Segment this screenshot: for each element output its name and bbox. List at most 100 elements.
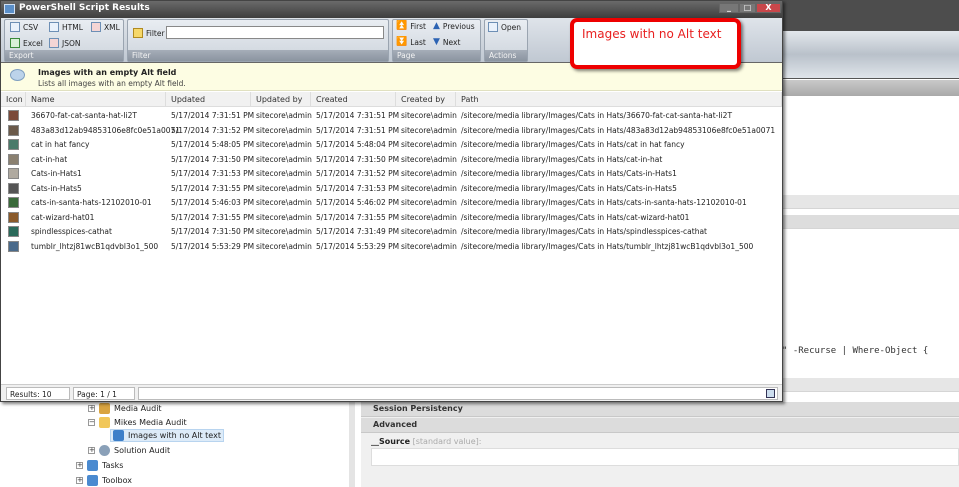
column-header-name[interactable]: Name bbox=[26, 92, 166, 107]
html-icon bbox=[49, 22, 59, 32]
close-button[interactable]: X bbox=[756, 3, 781, 13]
table-row[interactable]: Cats-in-Hats1 5/17/2014 7:31:53 PM sitecor… bbox=[1, 167, 782, 181]
cell-updated: 5/17/2014 5:48:05 PM bbox=[171, 140, 255, 149]
tree-item-media-audit[interactable]: + Media Audit bbox=[88, 403, 162, 414]
cell-created-by: sitecore\admin bbox=[401, 241, 457, 251]
next-page-button[interactable]: ▼ Next bbox=[433, 38, 460, 48]
filter-icon bbox=[133, 28, 143, 38]
column-header-created[interactable]: Created bbox=[311, 92, 396, 107]
previous-page-button[interactable]: ▲ Previous bbox=[433, 21, 475, 32]
table-row[interactable]: cat-in-hat 5/17/2014 7:31:50 PM sitecore\a… bbox=[1, 153, 782, 167]
button-label: HTML bbox=[62, 22, 83, 32]
results-count: Results: 10 bbox=[6, 387, 70, 400]
source-hint: [standard value]: bbox=[412, 437, 482, 446]
table-row[interactable]: spindlesspices-cathat 5/17/2014 7:31:50 P… bbox=[1, 225, 782, 239]
double-chevron-down-icon: ⏬ bbox=[396, 37, 408, 47]
source-label: __Source bbox=[371, 437, 411, 446]
export-xml-button[interactable]: XML bbox=[91, 22, 120, 32]
last-page-button[interactable]: ⏬ Last bbox=[396, 37, 426, 48]
tree-label: Media Audit bbox=[114, 404, 162, 413]
export-status-icon[interactable] bbox=[766, 389, 775, 398]
script-folder-icon bbox=[87, 475, 98, 486]
collapse-icon[interactable]: − bbox=[88, 419, 95, 426]
column-header-updated-by[interactable]: Updated by bbox=[251, 92, 311, 107]
column-header-icon[interactable]: Icon bbox=[1, 92, 26, 107]
powershell-icon bbox=[4, 4, 15, 14]
cell-name: Cats-in-Hats5 bbox=[31, 183, 82, 193]
title-bar: PowerShell Script Results _ □ X bbox=[1, 1, 782, 18]
minimize-button[interactable]: _ bbox=[719, 3, 739, 13]
export-html-button[interactable]: HTML bbox=[49, 22, 83, 32]
cell-name: cat-wizard-hat01 bbox=[31, 212, 95, 222]
button-label: Last bbox=[410, 38, 426, 47]
tree-label: Images with no Alt text bbox=[128, 431, 221, 440]
tree-item-images-no-alt[interactable]: Images with no Alt text bbox=[110, 429, 224, 442]
source-input[interactable] bbox=[371, 448, 959, 466]
tree-item-tasks[interactable]: + Tasks bbox=[76, 460, 123, 471]
page-indicator: Page: 1 / 1 bbox=[73, 387, 135, 400]
column-header-updated[interactable]: Updated bbox=[166, 92, 251, 107]
expand-icon[interactable]: + bbox=[88, 405, 95, 412]
image-thumbnail-icon bbox=[8, 153, 19, 165]
export-json-button[interactable]: JSON bbox=[49, 38, 81, 48]
button-label: Open bbox=[501, 22, 522, 32]
cell-created-by: sitecore\admin bbox=[401, 154, 457, 164]
section-advanced[interactable]: Advanced bbox=[361, 418, 959, 433]
open-button[interactable]: Open bbox=[488, 22, 521, 32]
table-row[interactable]: 36670-fat-cat-santa-hat-Ii2T 5/17/2014 7:… bbox=[1, 109, 782, 123]
status-bar: Results: 10 Page: 1 / 1 bbox=[1, 384, 782, 401]
column-header-created-by[interactable]: Created by bbox=[396, 92, 456, 107]
button-label: First bbox=[410, 22, 427, 31]
expand-icon[interactable]: + bbox=[76, 462, 83, 469]
cell-updated: 5/17/2014 7:31:53 PM bbox=[171, 169, 255, 178]
script-code-line: " -Recurse | Where-Object { bbox=[782, 346, 929, 356]
script-folder-icon bbox=[87, 460, 98, 471]
double-chevron-up-icon: ⏫ bbox=[396, 21, 408, 31]
filter-button[interactable]: Filter bbox=[133, 28, 165, 38]
content-band bbox=[782, 195, 959, 209]
cell-path: /sitecore/media library/Images/Cats in H… bbox=[461, 183, 677, 193]
table-row[interactable]: Cats-in-Hats5 5/17/2014 7:31:55 PM sitecor… bbox=[1, 182, 782, 196]
table-row[interactable]: cat-wizard-hat01 5/17/2014 7:31:55 PM site… bbox=[1, 211, 782, 225]
chevron-up-icon: ▲ bbox=[433, 21, 440, 31]
cell-path: /sitecore/media library/Images/Cats in H… bbox=[461, 111, 733, 120]
table-row[interactable]: 483a83d12ab94853106e8fc0e51a0071 5/17/201… bbox=[1, 124, 782, 138]
field-editor: Session Persistency Advanced __Source [s… bbox=[361, 402, 959, 487]
tree-item-mikes-media-audit[interactable]: − Mikes Media Audit bbox=[88, 417, 187, 428]
column-header-path[interactable]: Path bbox=[456, 92, 782, 107]
export-excel-button[interactable]: Excel bbox=[10, 38, 43, 48]
cell-path: /sitecore/media library/Images/Cats in H… bbox=[461, 212, 690, 222]
cell-name: 483a83d12ab94853106e8fc0e51a0071 bbox=[31, 125, 181, 135]
maximize-button[interactable]: □ bbox=[739, 3, 756, 13]
image-thumbnail-icon bbox=[8, 240, 19, 252]
cell-created: 5/17/2014 7:31:49 PM bbox=[316, 227, 400, 236]
cell-path: /sitecore/media library/Images/Cats in H… bbox=[461, 169, 677, 178]
tree-item-toolbox[interactable]: + Toolbox bbox=[76, 475, 132, 486]
table-row[interactable]: cats-in-santa-hats-12102010-01 5/17/2014 … bbox=[1, 196, 782, 210]
cell-created-by: sitecore\admin bbox=[401, 169, 457, 178]
tree-item-solution-audit[interactable]: + Solution Audit bbox=[88, 445, 170, 456]
section-session-persistency[interactable]: Session Persistency bbox=[361, 402, 959, 417]
group-label: Page bbox=[393, 50, 480, 61]
expand-icon[interactable]: + bbox=[76, 477, 83, 484]
image-thumbnail-icon bbox=[8, 211, 19, 223]
button-label: Filter bbox=[146, 28, 165, 38]
cell-updated: 5/17/2014 7:31:50 PM bbox=[171, 154, 255, 164]
image-thumbnail-icon bbox=[8, 182, 19, 194]
export-group: CSV HTML XML Excel JSON Export bbox=[4, 19, 124, 62]
first-page-button[interactable]: ⏫ First bbox=[396, 21, 427, 32]
export-csv-button[interactable]: CSV bbox=[10, 22, 38, 32]
expand-icon[interactable]: + bbox=[88, 447, 95, 454]
cell-name: Cats-in-Hats1 bbox=[31, 169, 82, 178]
content-band bbox=[782, 378, 959, 392]
cell-updated-by: sitecore\admin bbox=[256, 241, 312, 251]
image-thumbnail-icon bbox=[8, 226, 19, 237]
group-label: Filter bbox=[128, 50, 388, 61]
table-row[interactable]: tumblr_lhtzj81wcB1qdvbl3o1_500 5/17/2014 … bbox=[1, 240, 782, 254]
cell-name: tumblr_lhtzj81wcB1qdvbl3o1_500 bbox=[31, 241, 159, 251]
cell-updated-by: sitecore\admin bbox=[256, 227, 312, 236]
excel-icon bbox=[10, 38, 20, 48]
table-row[interactable]: cat in hat fancy 5/17/2014 5:48:05 PM site… bbox=[1, 138, 782, 152]
button-label: XML bbox=[104, 22, 120, 32]
filter-input[interactable] bbox=[166, 26, 384, 39]
